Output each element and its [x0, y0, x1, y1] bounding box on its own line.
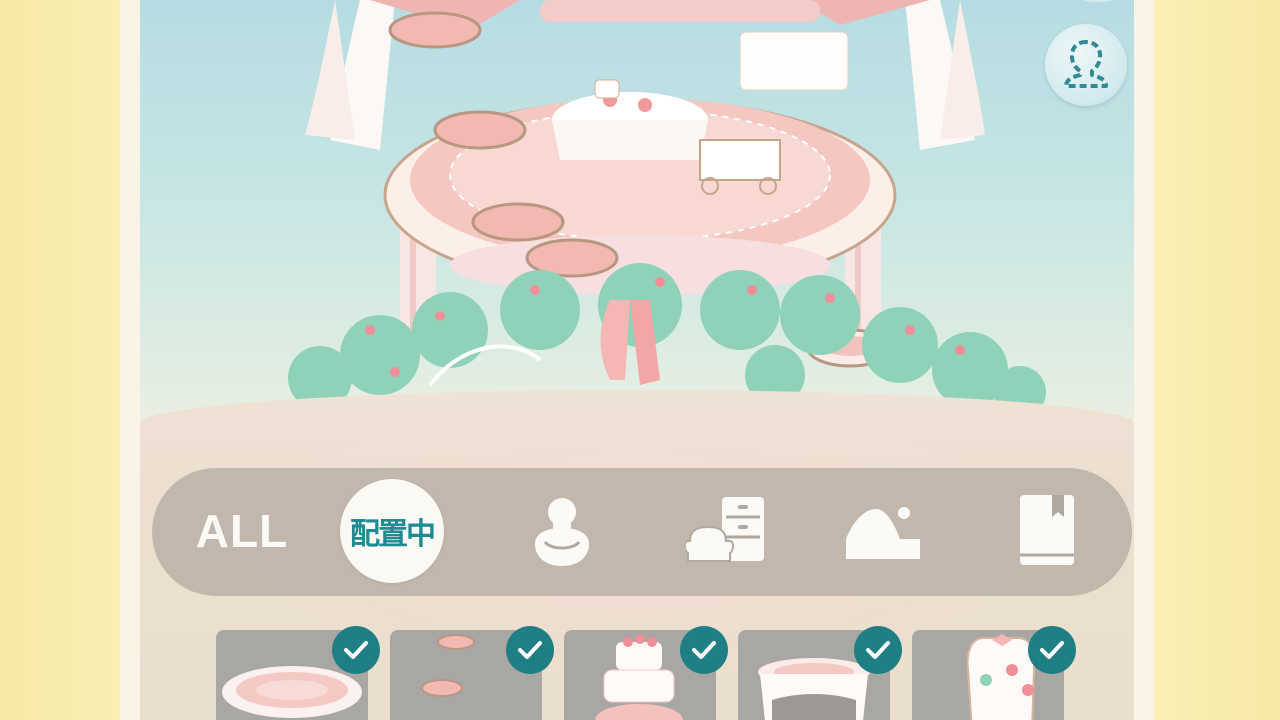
- character-icon: [535, 498, 589, 566]
- tab-placed[interactable]: 配置中: [337, 476, 447, 586]
- item-rose-chair[interactable]: [912, 626, 1076, 720]
- garden-scene: [288, 0, 1046, 418]
- avatar-outline-icon: [1064, 40, 1108, 88]
- item-rose-cake[interactable]: [564, 626, 728, 720]
- avatar-button[interactable]: [1045, 24, 1127, 106]
- item-list: [216, 612, 1096, 720]
- tab-placed-highlight: 配置中: [340, 479, 444, 583]
- checkmark-icon: [1028, 626, 1076, 674]
- category-tab-bar: ALL 配置中: [152, 468, 1132, 596]
- item-rose-table[interactable]: [738, 626, 902, 720]
- book-icon: [1020, 495, 1074, 565]
- checkmark-icon: [680, 626, 728, 674]
- frame-edge: [1134, 0, 1154, 720]
- left-border: [0, 0, 120, 720]
- tab-character[interactable]: [507, 476, 617, 586]
- tab-all-label: ALL: [195, 505, 289, 557]
- tab-all[interactable]: ALL: [187, 476, 297, 586]
- tab-furniture[interactable]: [672, 476, 782, 586]
- item-rose-rug[interactable]: [216, 626, 380, 720]
- landscape-icon: [846, 507, 920, 559]
- right-border: [1154, 0, 1280, 720]
- tab-landscape[interactable]: [828, 476, 938, 586]
- game-screen: ALL 配置中: [120, 0, 1154, 720]
- tab-placed-label: 配置中: [350, 517, 436, 552]
- checkmark-icon: [854, 626, 902, 674]
- frame-edge: [120, 0, 140, 720]
- furniture-icon: [686, 497, 764, 562]
- item-rose-stepping-stones[interactable]: [390, 626, 554, 720]
- checkmark-icon: [332, 626, 380, 674]
- tab-book[interactable]: [992, 476, 1102, 586]
- checkmark-icon: [506, 626, 554, 674]
